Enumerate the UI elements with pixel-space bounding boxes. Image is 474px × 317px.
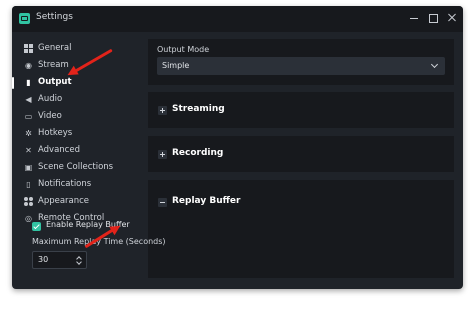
settings-window: Settings General ◉ Stream ▮ Output ◀ Aud… [12, 6, 463, 289]
active-indicator [12, 77, 14, 89]
title-bar: Settings [12, 6, 463, 32]
grid-icon [24, 44, 33, 53]
streaming-section[interactable]: Streaming [148, 92, 454, 128]
bell-icon: ▯ [26, 180, 31, 189]
sidebar-item-label: Output [38, 77, 72, 87]
sidebar-item-label: Audio [38, 94, 63, 104]
sidebar-item-advanced[interactable]: ✕ Advanced [12, 143, 137, 160]
streaming-section-title: Streaming [172, 104, 225, 114]
video-icon: ▭ [24, 112, 33, 121]
collections-icon: ▣ [24, 163, 33, 172]
chevron-down-icon [430, 60, 439, 69]
enable-replay-buffer-checkbox[interactable] [32, 222, 41, 231]
sidebar-item-label: General [38, 43, 72, 53]
replay-buffer-section: Replay Buffer [148, 180, 454, 278]
sidebar-item-video[interactable]: ▭ Video [12, 109, 137, 126]
close-button[interactable] [444, 10, 460, 26]
sidebar-item-label: Notifications [38, 179, 92, 189]
replay-time-value: 30 [38, 255, 49, 264]
stepper-down-icon[interactable] [76, 259, 82, 265]
minimize-button[interactable] [406, 10, 422, 26]
output-mode-value: Simple [162, 61, 190, 70]
recording-section-title: Recording [172, 148, 224, 158]
sidebar-item-output[interactable]: ▮ Output [12, 75, 137, 92]
sidebar-item-label: Appearance [38, 196, 90, 206]
output-mode-label: Output Mode [157, 45, 210, 54]
recording-section[interactable]: Recording [148, 136, 454, 172]
replay-buffer-section-title: Replay Buffer [172, 196, 241, 206]
expand-icon[interactable] [158, 106, 167, 115]
sidebar-item-notifications[interactable]: ▯ Notifications [12, 177, 137, 194]
maximize-button[interactable] [425, 10, 441, 26]
expand-icon[interactable] [158, 150, 167, 159]
palette-icon [24, 197, 33, 206]
output-icon: ▮ [26, 78, 31, 87]
speaker-icon: ◀ [25, 95, 32, 104]
sidebar-item-general[interactable]: General [12, 41, 137, 58]
sidebar-item-scene-collections[interactable]: ▣ Scene Collections [12, 160, 137, 177]
sidebar-item-hotkeys[interactable]: ✲ Hotkeys [12, 126, 137, 143]
sidebar-item-appearance[interactable]: Appearance [12, 194, 137, 211]
replay-time-stepper[interactable]: 30 [32, 251, 87, 269]
output-mode-select[interactable]: Simple [157, 57, 445, 75]
output-mode-panel: Output Mode Simple [148, 39, 454, 85]
broadcast-icon: ◉ [25, 61, 32, 70]
sidebar-item-label: Scene Collections [38, 162, 114, 172]
collapse-icon[interactable] [158, 198, 167, 207]
sidebar-item-label: Stream [38, 60, 69, 70]
window-title: Settings [36, 12, 73, 22]
sidebar-item-label: Advanced [38, 145, 80, 155]
sidebar-item-audio[interactable]: ◀ Audio [12, 92, 137, 109]
sidebar-item-label: Hotkeys [38, 128, 73, 138]
sidebar-item-label: Video [38, 111, 62, 121]
app-logo-icon [19, 13, 30, 24]
gear-icon: ✲ [25, 129, 32, 138]
tools-icon: ✕ [25, 146, 32, 155]
